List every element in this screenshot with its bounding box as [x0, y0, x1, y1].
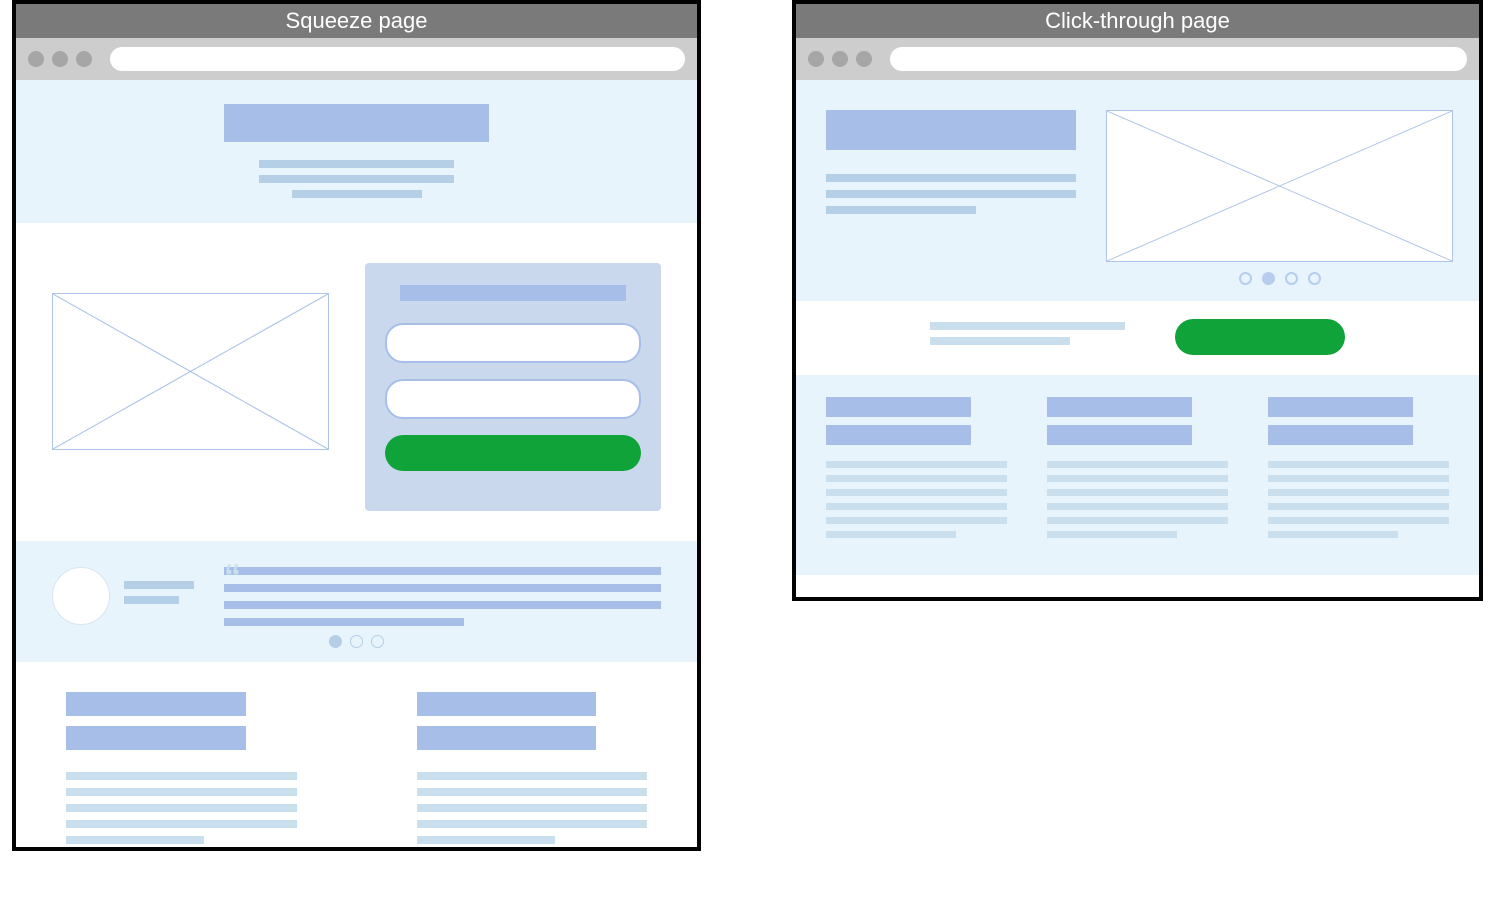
column-text [1047, 461, 1228, 538]
form-heading-placeholder [400, 285, 625, 301]
cta-row [796, 301, 1479, 375]
column-heading [1268, 397, 1413, 417]
column-heading [826, 425, 971, 445]
column-text [1268, 461, 1449, 538]
click-through-title: Click-through page [796, 4, 1479, 38]
browser-toolbar [16, 38, 697, 80]
signup-form [365, 263, 661, 511]
testimonial-quote: “ [224, 567, 661, 635]
two-column-section [16, 662, 697, 852]
avatar-placeholder [52, 567, 110, 625]
window-dot [52, 51, 68, 67]
window-dot [808, 51, 824, 67]
window-dot [856, 51, 872, 67]
hero-heading-placeholder [826, 110, 1076, 150]
column-text [66, 772, 297, 844]
click-through-page-wireframe: Click-through page [792, 0, 1483, 601]
three-column-section [796, 375, 1479, 575]
hero-text-line [259, 160, 454, 168]
column [1268, 397, 1449, 545]
column-text [417, 772, 648, 844]
column [826, 397, 1007, 545]
hero-text-block [826, 110, 1076, 222]
carousel-dot[interactable] [371, 635, 384, 648]
squeeze-title: Squeeze page [16, 4, 697, 38]
testimonial-dots [16, 635, 697, 662]
hero-slider [1106, 110, 1453, 285]
url-bar[interactable] [890, 47, 1467, 71]
hero-text-line [259, 175, 454, 183]
window-dot [28, 51, 44, 67]
hero-text-line [826, 190, 1076, 198]
hero-text-line [292, 190, 422, 198]
slider-dots [1106, 272, 1453, 285]
form-input[interactable] [385, 379, 641, 419]
carousel-dot[interactable] [350, 635, 363, 648]
submit-button[interactable] [385, 435, 641, 471]
column [66, 692, 297, 852]
column [417, 692, 648, 852]
column-heading [1047, 425, 1192, 445]
column-heading [417, 692, 597, 716]
url-bar[interactable] [110, 47, 685, 71]
window-dot [832, 51, 848, 67]
hero-heading-placeholder [224, 104, 489, 142]
quote-icon: “ [224, 567, 241, 587]
slider-dot[interactable] [1308, 272, 1321, 285]
carousel-dot[interactable] [329, 635, 342, 648]
window-dots [808, 51, 872, 67]
slider-dot[interactable] [1285, 272, 1298, 285]
slider-dot[interactable] [1262, 272, 1275, 285]
hero-with-slider [796, 80, 1479, 301]
hero-text-line [826, 206, 976, 214]
form-input[interactable] [385, 323, 641, 363]
column-heading [1047, 397, 1192, 417]
image-placeholder [52, 293, 329, 450]
window-dots [28, 51, 92, 67]
column-heading [826, 397, 971, 417]
column-heading [417, 726, 597, 750]
browser-toolbar [796, 38, 1479, 80]
column-heading [66, 726, 246, 750]
hero-section [16, 80, 697, 223]
hero-text-line [826, 174, 1076, 182]
slider-dot[interactable] [1239, 272, 1252, 285]
author-name-lines [124, 581, 194, 611]
slider-image-placeholder [1106, 110, 1453, 262]
squeeze-page-wireframe: Squeeze page [12, 0, 701, 851]
testimonial-author [52, 567, 194, 625]
column-heading [66, 692, 246, 716]
cta-button[interactable] [1175, 319, 1345, 355]
column [1047, 397, 1228, 545]
image-form-row [16, 223, 697, 541]
window-dot [76, 51, 92, 67]
cta-text [930, 322, 1125, 352]
column-text [826, 461, 1007, 538]
column-heading [1268, 425, 1413, 445]
